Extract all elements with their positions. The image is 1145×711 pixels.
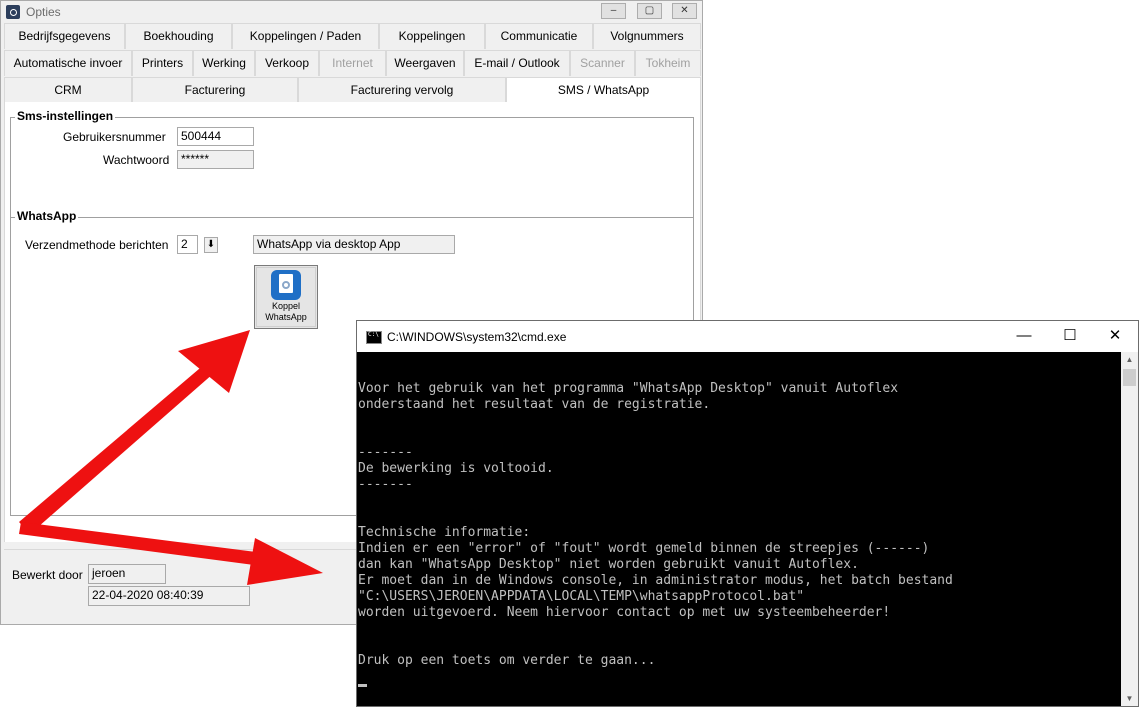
tab-sms-whatsapp[interactable]: SMS / WhatsApp bbox=[506, 77, 701, 103]
koppel-whatsapp-label: Koppel WhatsApp bbox=[265, 301, 307, 322]
scroll-up-icon[interactable]: ▲ bbox=[1121, 352, 1138, 367]
tab-crm[interactable]: CRM bbox=[4, 77, 132, 103]
send-method-dropdown-icon[interactable]: ⬇ bbox=[204, 237, 218, 253]
whatsapp-section-title: WhatsApp bbox=[15, 209, 79, 223]
edited-by-field: jeroen bbox=[88, 564, 166, 584]
tab-volgnummers[interactable]: Volgnummers bbox=[593, 23, 701, 49]
tab-internet: Internet bbox=[319, 50, 386, 76]
tab-koppelingen-paden[interactable]: Koppelingen / Paden bbox=[232, 23, 379, 49]
edited-date-field: 22-04-2020 08:40:39 bbox=[88, 586, 250, 606]
send-method-field[interactable]: 2 bbox=[177, 235, 198, 254]
send-method-label: Verzendmethode berichten bbox=[25, 238, 169, 252]
user-number-field[interactable]: 500444 bbox=[177, 127, 254, 146]
tab-communicatie[interactable]: Communicatie bbox=[485, 23, 593, 49]
cmd-titlebar: C:\WINDOWS\system32\cmd.exe — ☐ ✕ bbox=[357, 321, 1138, 352]
sms-section-title: Sms-instellingen bbox=[15, 109, 116, 123]
opties-titlebar: Opties – ▢ ✕ bbox=[1, 1, 702, 23]
tab-bedrijfsgegevens[interactable]: Bedrijfsgegevens bbox=[4, 23, 125, 49]
password-field[interactable]: ****** bbox=[177, 150, 254, 169]
tab-koppelingen[interactable]: Koppelingen bbox=[379, 23, 485, 49]
tab-facturering-vervolg[interactable]: Facturering vervolg bbox=[298, 77, 506, 103]
tab-weergaven[interactable]: Weergaven bbox=[386, 50, 464, 76]
console-icon bbox=[366, 331, 382, 344]
edited-by-label: Bewerkt door bbox=[12, 568, 83, 582]
cmd-maximize-icon[interactable]: ☐ bbox=[1047, 321, 1093, 352]
koppel-whatsapp-button[interactable]: Koppel WhatsApp bbox=[254, 265, 318, 329]
tab-werking[interactable]: Werking bbox=[193, 50, 255, 76]
cmd-output: Voor het gebruik van het programma "What… bbox=[358, 381, 953, 668]
document-gear-icon bbox=[271, 270, 301, 300]
cmd-scrollbar[interactable]: ▲ ▼ bbox=[1121, 352, 1138, 706]
cmd-title: C:\WINDOWS\system32\cmd.exe bbox=[387, 330, 567, 344]
text-cursor bbox=[358, 684, 367, 687]
tab-boekhouding[interactable]: Boekhouding bbox=[125, 23, 232, 49]
scroll-down-icon[interactable]: ▼ bbox=[1121, 691, 1138, 706]
tab-automatische-invoer[interactable]: Automatische invoer bbox=[4, 50, 132, 76]
tab-email-outlook[interactable]: E-mail / Outlook bbox=[464, 50, 570, 76]
password-label: Wachtwoord bbox=[103, 153, 170, 167]
send-method-description: WhatsApp via desktop App bbox=[253, 235, 455, 254]
close-icon[interactable]: ✕ bbox=[672, 3, 697, 19]
tab-tokheim: Tokheim bbox=[635, 50, 701, 76]
user-number-label: Gebruikersnummer bbox=[63, 130, 166, 144]
cmd-minimize-icon[interactable]: — bbox=[1001, 321, 1047, 352]
cmd-console[interactable]: Voor het gebruik van het programma "What… bbox=[357, 352, 1121, 706]
scroll-thumb[interactable] bbox=[1123, 369, 1136, 386]
whatsapp-divider bbox=[10, 217, 694, 218]
app-icon bbox=[6, 5, 20, 19]
maximize-icon[interactable]: ▢ bbox=[637, 3, 662, 19]
tab-scanner: Scanner bbox=[570, 50, 635, 76]
cmd-window: C:\WINDOWS\system32\cmd.exe — ☐ ✕ Voor h… bbox=[356, 320, 1139, 707]
cmd-close-icon[interactable]: ✕ bbox=[1092, 321, 1138, 352]
tab-verkoop[interactable]: Verkoop bbox=[255, 50, 319, 76]
tab-printers[interactable]: Printers bbox=[132, 50, 193, 76]
tab-facturering[interactable]: Facturering bbox=[132, 77, 298, 103]
opties-title: Opties bbox=[26, 5, 61, 19]
minimize-icon[interactable]: – bbox=[601, 3, 626, 19]
